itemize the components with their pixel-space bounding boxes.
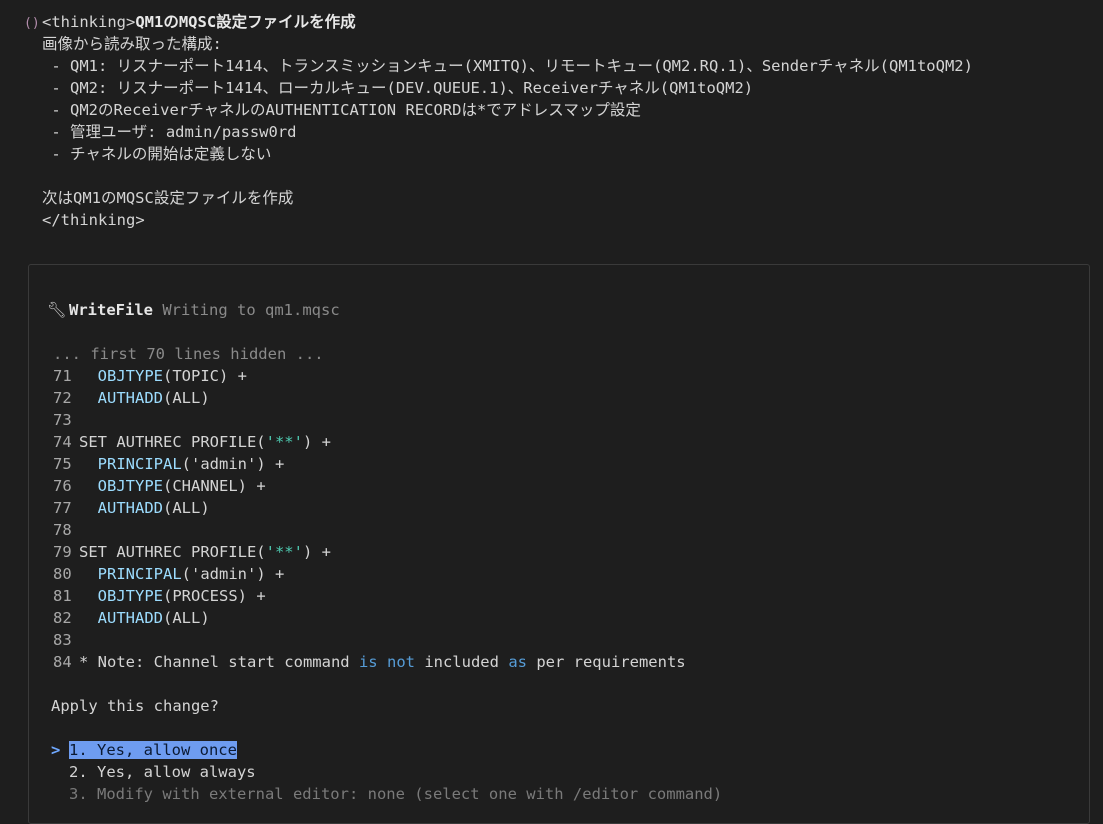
line-number: 81 [53,587,72,605]
thinking-marker-icon: () [24,16,40,31]
option-label: 3. Modify with external editor: none (se… [69,785,723,803]
code-line: 76 OBJTYPE(CHANNEL) + [53,475,686,497]
code-token: is [358,653,378,671]
code-line: 78 [53,519,686,541]
tool-description: Writing to qm1.mqsc [162,301,340,319]
code-token: ('admin') + [181,455,285,473]
code-line: 81 OBJTYPE(PROCESS) + [53,585,686,607]
code-token: AUTHADD [97,499,163,517]
wrench-icon: 🔧︎ [47,301,67,319]
thinking-line: 次はQM1のMQSC設定ファイルを作成 [42,189,294,207]
thinking-header: () <thinking>QM1のMQSC設定ファイルを作成 [24,11,1094,33]
code-line: 77 AUTHADD(ALL) [53,497,686,519]
options-list: >1. Yes, allow once 2. Yes, allow always… [51,739,722,805]
code-line: 74 SET AUTHREC PROFILE('**') + [53,431,686,453]
code-token: per requirements [526,653,686,671]
thinking-line: - QM2のReceiverチャネルのAUTHENTICATION RECORD… [42,101,641,119]
code-token: PRINCIPAL [97,455,182,473]
code-token: (ALL) [163,609,210,627]
line-number: 74 [53,433,72,451]
tool-call-panel: 🔧︎ WriteFile Writing to qm1.mqsc ... firs… [28,264,1090,824]
code-token: (CHANNEL) + [163,477,266,495]
line-number: 80 [53,565,72,583]
code-token: (ALL) [163,389,210,407]
line-number: 83 [53,631,72,649]
code-preview: ... first 70 lines hidden ... 71 OBJTYPE… [53,343,686,673]
code-token: '**' [265,543,303,561]
line-number: 73 [53,411,72,429]
code-line: 83 [53,629,686,651]
thinking-line: - チャネルの開始は定義しない [42,145,272,163]
code-token: (PROCESS) + [163,587,266,605]
thinking-line [24,165,1094,187]
line-number: 82 [53,609,72,627]
tool-header: 🔧︎ WriteFile Writing to qm1.mqsc [47,299,340,321]
tool-name: WriteFile [69,301,153,319]
code-line: 75 PRINCIPAL('admin') + [53,453,686,475]
line-number: 72 [53,389,72,407]
code-token: as [508,653,527,671]
line-number: 79 [53,543,72,561]
code-token: '**' [265,433,303,451]
code-line: 73 [53,409,686,431]
code-lines: 71 OBJTYPE(TOPIC) +72 AUTHADD(ALL) 73 74 SE… [53,365,686,673]
selector-arrow-icon: > [51,741,61,759]
hidden-lines-note: ... first 70 lines hidden ... [53,345,324,363]
line-number: 77 [53,499,72,517]
line-number: 84 [53,653,72,671]
code-token: (ALL) [163,499,210,517]
code-token: OBJTYPE [97,367,163,385]
line-number: 75 [53,455,72,473]
prompt-question: Apply this change? [51,697,219,715]
thinking-close-tag: </thinking> [42,211,145,229]
code-token: AUTHADD [97,609,163,627]
thinking-open-tag: <thinking> [42,13,136,31]
thinking-line: - QM2: リスナーポート1414、ローカルキュー(DEV.QUEUE.1)、… [42,79,754,97]
code-token: OBJTYPE [97,477,163,495]
line-number: 71 [53,367,72,385]
code-line: 79 SET AUTHREC PROFILE('**') + [53,541,686,563]
code-token: SET AUTHREC PROFILE( [79,543,266,561]
thinking-line: - 管理ユーザ: admin/passw0rd [42,123,297,141]
line-number: 76 [53,477,72,495]
code-token: ('admin') + [181,565,285,583]
thinking-block: () <thinking>QM1のMQSC設定ファイルを作成 画像から読み取った構… [24,11,1094,231]
option-label: 1. Yes, allow once [69,741,237,759]
code-token: SET AUTHREC PROFILE( [79,433,266,451]
thinking-title: QM1のMQSC設定ファイルを作成 [135,13,356,31]
code-token: OBJTYPE [97,587,163,605]
code-line: 84 * Note: Channel start command is not i… [53,651,686,673]
code-token: (TOPIC) + [163,367,247,385]
line-number: 78 [53,521,72,539]
code-line: 71 OBJTYPE(TOPIC) + [53,365,686,387]
option-label: 2. Yes, allow always [69,763,256,781]
thinking-line: 画像から読み取った構成: [42,35,222,53]
code-token: ) + [302,433,331,451]
thinking-line: - QM1: リスナーポート1414、トランスミッションキュー(XMITQ)、リ… [42,57,973,75]
option-allow-once[interactable]: >1. Yes, allow once [51,739,722,761]
code-line: 80 PRINCIPAL('admin') + [53,563,686,585]
option-allow-always[interactable]: 2. Yes, allow always [51,761,722,783]
code-token: AUTHADD [97,389,163,407]
confirm-prompt: Apply this change? [51,695,219,717]
code-token: PRINCIPAL [97,565,182,583]
code-line: 72 AUTHADD(ALL) [53,387,686,409]
code-token: not [386,653,415,671]
code-token: * Note: Channel start command [79,653,359,671]
code-token: ) + [302,543,331,561]
code-token: included [414,653,509,671]
code-line: 82 AUTHADD(ALL) [53,607,686,629]
